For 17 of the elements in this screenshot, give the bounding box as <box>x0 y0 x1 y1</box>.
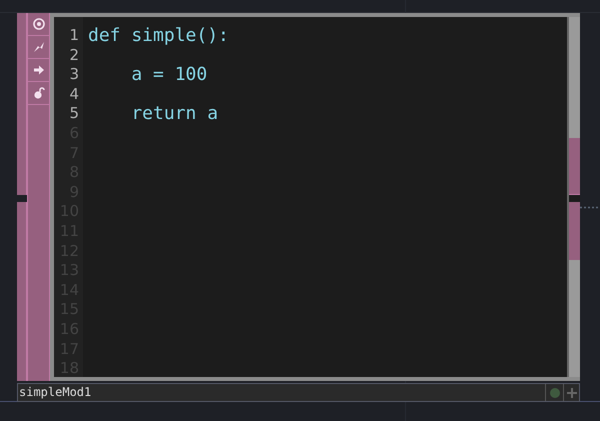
line-number: 4 <box>69 84 79 104</box>
connector-gap <box>569 195 580 202</box>
line-number: 5 <box>69 104 79 124</box>
plus-icon <box>566 388 576 398</box>
code-line: def simple(): <box>88 25 229 46</box>
line-number: 2 <box>69 46 79 66</box>
line-number: 3 <box>69 65 79 85</box>
lightning-icon[interactable] <box>32 41 44 53</box>
target-icon[interactable] <box>32 18 44 30</box>
lock-icon[interactable] <box>32 87 44 99</box>
code-line: return a <box>130 103 218 124</box>
add-button[interactable] <box>563 384 579 401</box>
input-connector[interactable] <box>17 13 27 195</box>
line-number: 1 <box>69 26 79 46</box>
arrow-icon[interactable] <box>32 64 44 76</box>
code-line: a = 100 <box>130 64 208 86</box>
input-connector[interactable] <box>17 202 27 381</box>
